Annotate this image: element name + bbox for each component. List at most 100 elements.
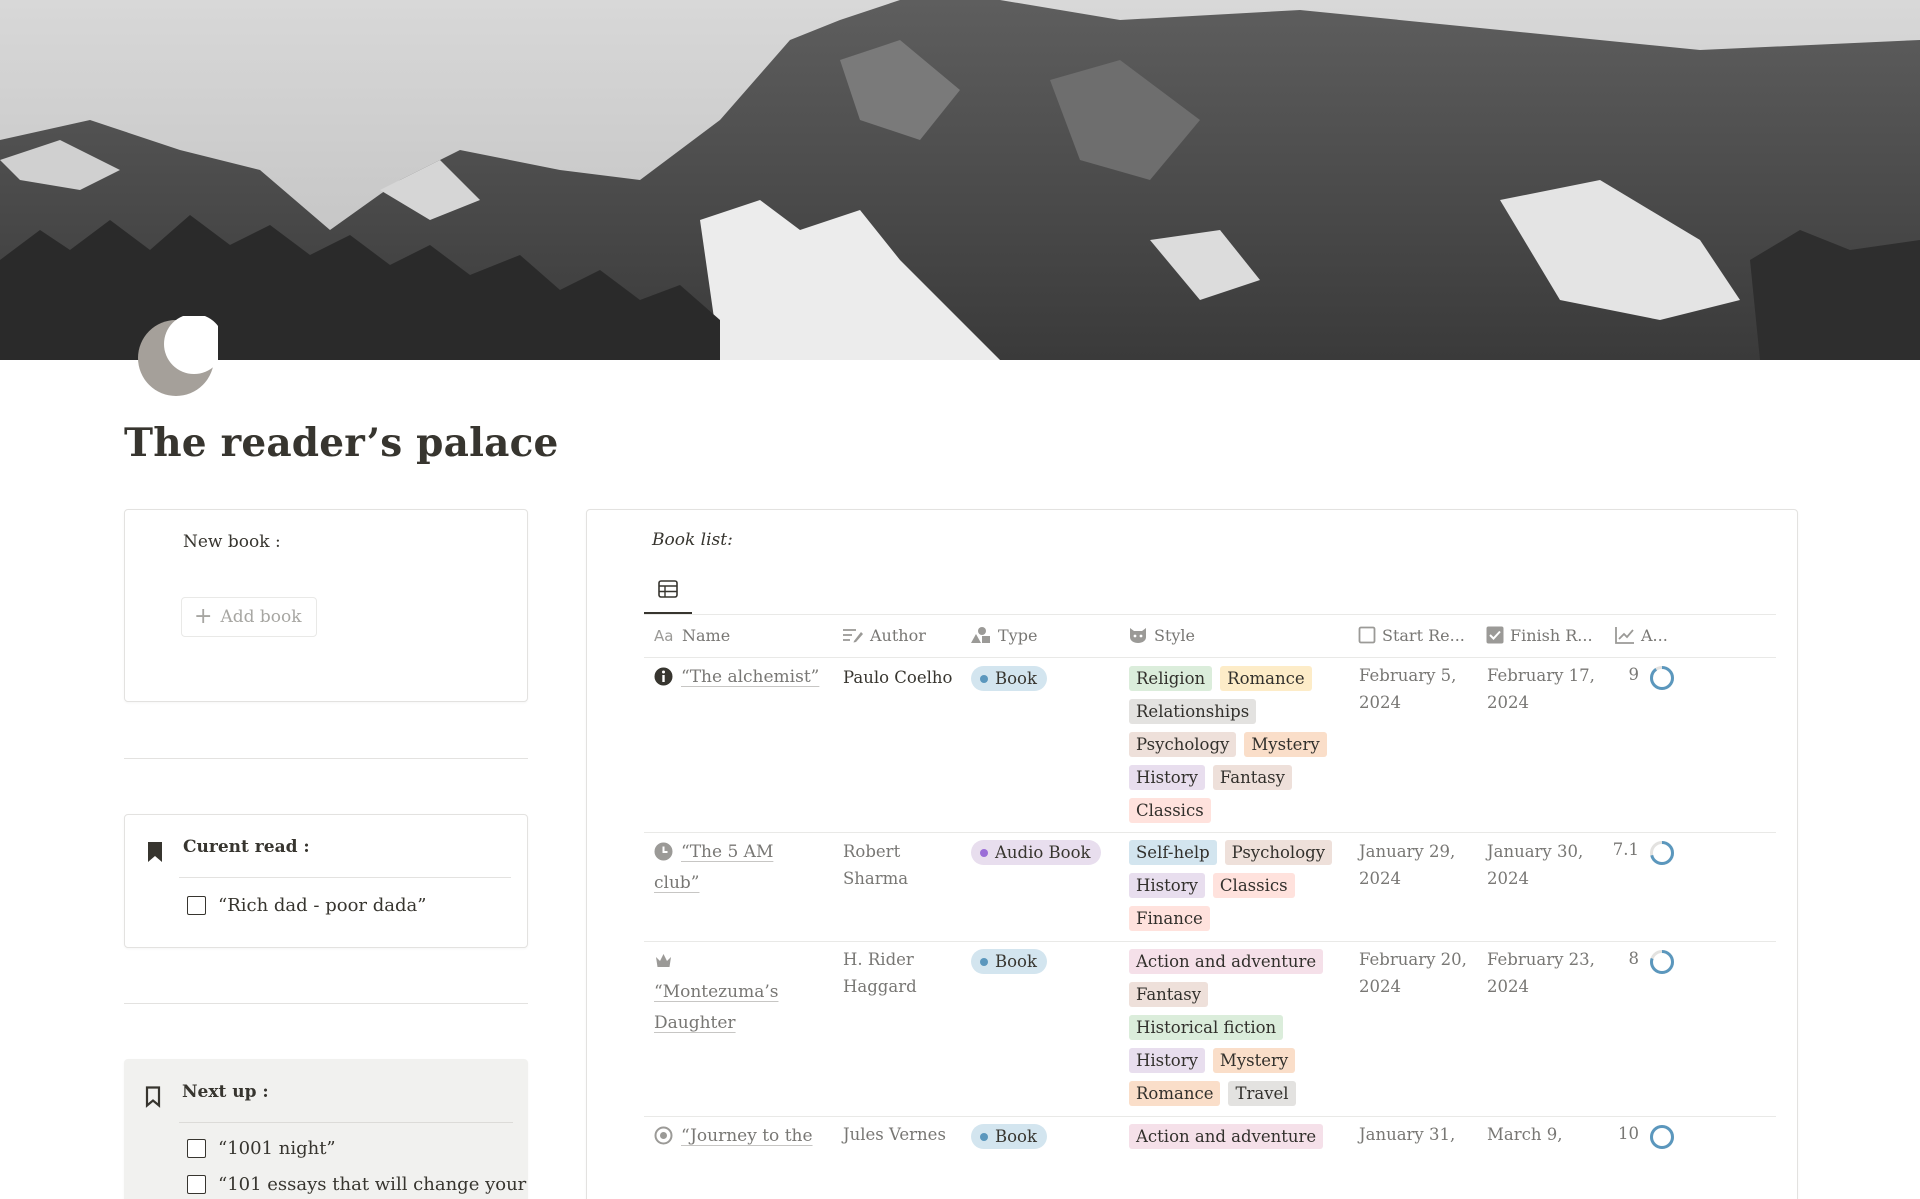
divider — [124, 1003, 528, 1004]
column-header-type[interactable]: Type — [970, 624, 1037, 646]
column-header-style[interactable]: Style — [1128, 624, 1195, 646]
plus-icon: + — [194, 604, 213, 629]
row-finish-date: January 30, 2024 — [1487, 842, 1584, 888]
column-header-author[interactable]: Author — [842, 624, 926, 646]
type-pill: Book — [971, 1124, 1047, 1149]
column-label: Style — [1154, 625, 1196, 645]
cat-face-icon — [1130, 628, 1146, 643]
row-name-cell[interactable]: “Montezuma’s Daughter — [654, 946, 804, 1039]
checkbox[interactable] — [187, 896, 206, 915]
column-label: Start Re... — [1382, 625, 1465, 645]
book-name: “The alchemist” — [681, 667, 820, 687]
row-rating: 9 — [1628, 665, 1640, 684]
bookmark-icon — [145, 1086, 161, 1108]
bookmark-icon — [148, 842, 162, 862]
row-start-date: February 5, 2024 — [1359, 666, 1457, 712]
column-header-rating[interactable]: A... — [1615, 624, 1668, 646]
style-tag: Action and adventure — [1129, 1124, 1324, 1149]
column-label: Author — [870, 625, 926, 645]
table-view-tab[interactable] — [644, 574, 692, 614]
todo-item[interactable]: “Rich dad - poor dada” — [187, 895, 426, 916]
crescent-moon-icon[interactable] — [134, 314, 224, 400]
todo-text: “101 essays that will change your — [218, 1174, 527, 1195]
row-separator — [644, 832, 1776, 833]
row-name-cell[interactable]: “The alchemist” — [654, 662, 832, 693]
rating-ring — [1650, 841, 1674, 865]
type-pill: Audio Book — [971, 840, 1101, 865]
divider — [124, 758, 528, 759]
row-finish-date: February 23, 2024 — [1487, 950, 1595, 996]
style-tag: Classics — [1129, 798, 1211, 823]
style-tag: Historical fiction — [1129, 1015, 1284, 1040]
text-aa-icon: Aa — [654, 627, 673, 643]
rating-ring — [1650, 666, 1674, 690]
rating-ring-progress — [1650, 1125, 1674, 1149]
row-author-cell: H. Rider Haggard — [843, 950, 917, 996]
row-author-cell: Robert Sharma — [843, 842, 909, 888]
column-header-finish-read[interactable]: Finish R... — [1486, 624, 1593, 646]
book-name: “Journey to the — [681, 1126, 813, 1146]
column-header-start-read[interactable]: Start Re... — [1358, 624, 1465, 646]
style-tag: Romance — [1129, 1081, 1221, 1106]
type-dot — [980, 848, 988, 857]
style-tag: Finance — [1129, 906, 1210, 931]
database-title: Book list: — [652, 530, 733, 550]
target-icon — [654, 1126, 673, 1144]
type-dot — [980, 1132, 988, 1141]
style-tag: Action and adventure — [1129, 949, 1324, 974]
checkbox-empty-icon — [1358, 626, 1376, 644]
column-label: Type — [998, 625, 1038, 645]
row-name-cell[interactable]: “Journey to the — [654, 1121, 832, 1152]
row-finish-date: February 17, 2024 — [1487, 666, 1595, 712]
row-start-date: February 20, 2024 — [1359, 950, 1467, 996]
style-tag: Romance — [1220, 666, 1312, 691]
rating-ring — [1650, 950, 1674, 974]
next-up-label: Next up : — [182, 1082, 269, 1102]
todo-text: “1001 night” — [218, 1138, 336, 1159]
row-start-date: January 31, — [1359, 1125, 1456, 1144]
row-separator — [644, 1116, 1776, 1117]
divider — [179, 877, 511, 878]
mountain-illustration — [0, 0, 1920, 360]
current-read-card: Curent read : “Rich dad - poor dada” — [124, 814, 528, 948]
type-label: Book — [995, 669, 1037, 688]
row-rating: 10 — [1618, 1124, 1639, 1143]
style-tags: Action and adventure — [1129, 1124, 1341, 1157]
shapes-icon — [971, 627, 990, 643]
type-pill: Book — [971, 949, 1047, 974]
column-label: Name — [682, 625, 731, 645]
header-bottom-rule — [644, 657, 1776, 658]
checkbox[interactable] — [187, 1175, 206, 1194]
type-label: Audio Book — [995, 843, 1091, 862]
current-read-label: Curent read : — [183, 837, 310, 857]
row-rating: 8 — [1628, 949, 1640, 968]
style-tag: Psychology — [1224, 840, 1333, 865]
table-icon — [658, 580, 678, 598]
trend-chart-icon — [1615, 627, 1634, 644]
style-tags: Religion Romance Relationships Psychology My… — [1129, 666, 1341, 831]
style-tag: Classics — [1212, 873, 1295, 898]
style-tag: Psychology — [1129, 732, 1237, 757]
type-dot — [980, 674, 988, 683]
crown-icon — [656, 953, 671, 967]
row-name-cell[interactable]: “The 5 AM club” — [654, 837, 784, 899]
todo-item[interactable]: “101 essays that will change your — [187, 1174, 526, 1195]
rating-ring — [1650, 1125, 1674, 1149]
svg-text:Aa: Aa — [654, 627, 673, 643]
checkbox[interactable] — [187, 1139, 206, 1158]
column-label: Finish R... — [1510, 625, 1593, 645]
new-book-label: New book : — [183, 532, 281, 552]
info-icon — [654, 667, 673, 685]
type-pill: Book — [971, 666, 1047, 691]
add-book-button[interactable]: + Add book — [181, 597, 317, 637]
column-header-name[interactable]: Aa Name — [654, 624, 730, 646]
style-tag: Fantasy — [1212, 765, 1292, 790]
clock-icon — [654, 842, 673, 860]
style-tag: History — [1129, 765, 1205, 790]
row-author-cell: Paulo Coelho — [843, 668, 953, 687]
style-tag: Relationships — [1129, 699, 1257, 724]
page-title: The reader’s palace — [124, 420, 559, 466]
cover-image — [0, 0, 1920, 360]
type-dot — [980, 957, 988, 966]
todo-item[interactable]: “1001 night” — [187, 1138, 336, 1159]
